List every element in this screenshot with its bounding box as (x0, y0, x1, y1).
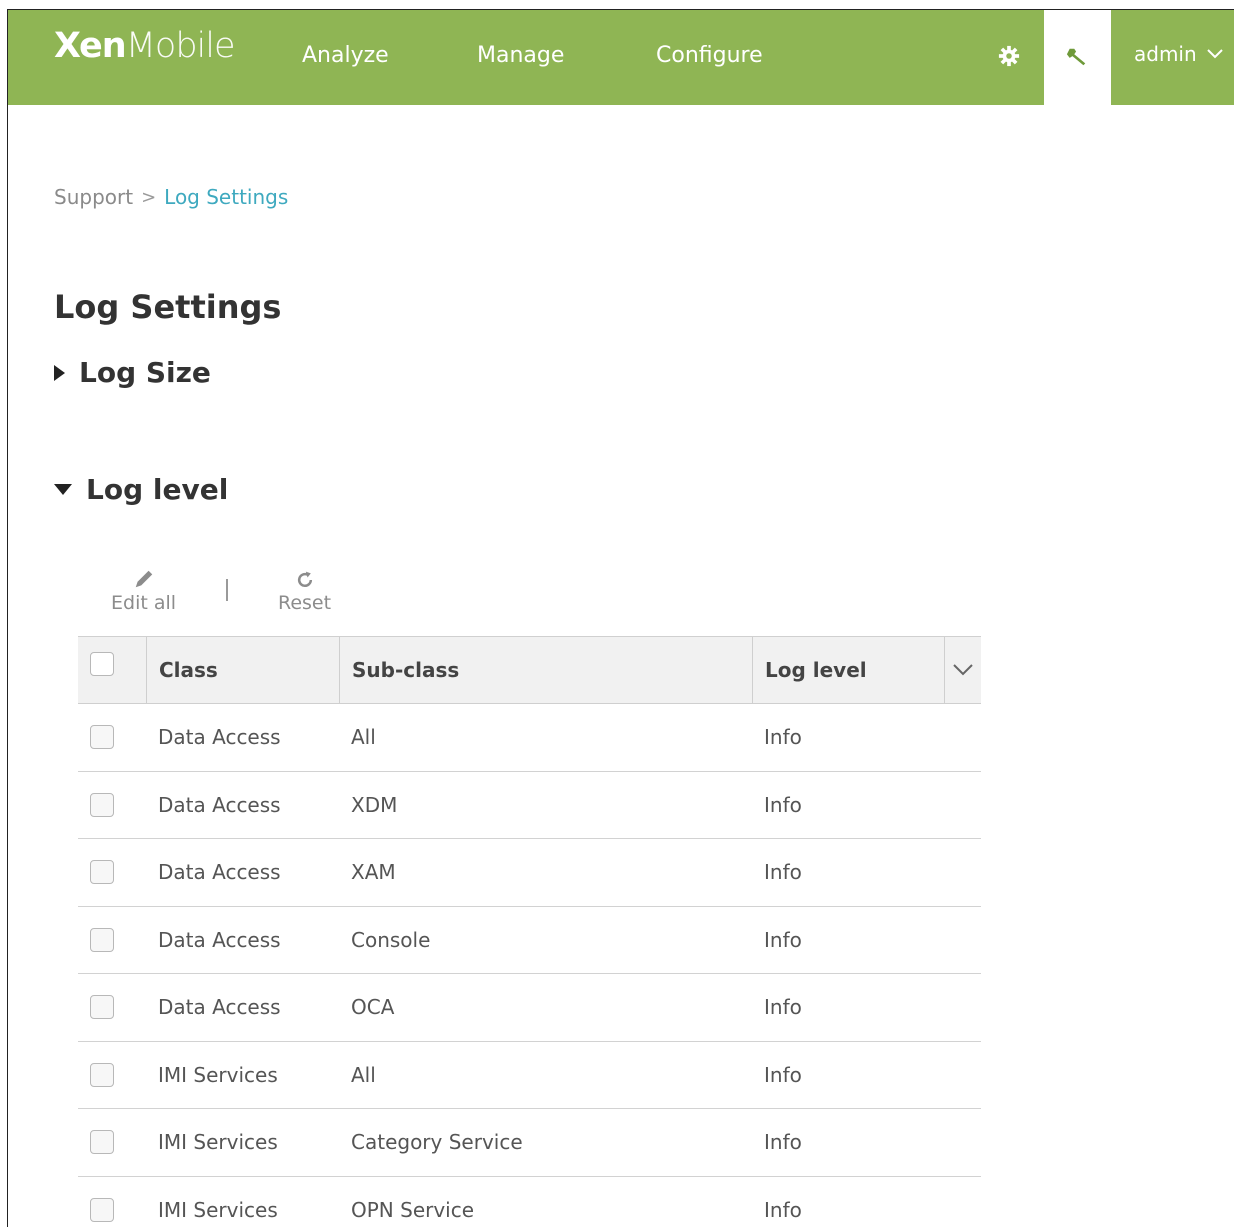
log-size-toggle[interactable]: Log Size (54, 356, 211, 389)
caret-down-icon (54, 484, 72, 495)
cell-subclass: Console (351, 927, 431, 952)
column-header-log-level[interactable]: Log level (752, 637, 944, 703)
wrench-icon (1066, 48, 1086, 66)
nav-analyze[interactable]: Analyze (302, 43, 389, 68)
cell-log-level: Info (764, 792, 802, 817)
cell-class: Data Access (158, 725, 281, 749)
table-row[interactable]: IMI Services OPN Service Info (78, 1177, 981, 1227)
cell-log-level: Info (764, 1062, 802, 1087)
cell-class: IMI Services (158, 1062, 278, 1087)
cell-subclass: OCA (351, 995, 395, 1019)
row-checkbox-cell (90, 1177, 114, 1227)
cell-subclass: XDM (351, 792, 398, 817)
table-row[interactable]: Data Access XDM Info (78, 772, 981, 839)
table-row[interactable]: Data Access XAM Info (78, 839, 981, 907)
cell-log-level: Info (764, 1197, 802, 1222)
gear-icon[interactable] (998, 45, 1020, 67)
cell-subclass: All (351, 725, 376, 749)
nav-manage[interactable]: Manage (477, 43, 564, 68)
row-checkbox[interactable] (90, 1130, 114, 1154)
brand-bold: Xen (54, 26, 127, 66)
breadcrumb-support[interactable]: Support (54, 185, 133, 209)
select-all-cell (78, 637, 146, 703)
log-level-label: Log level (86, 473, 229, 506)
breadcrumb-log-settings[interactable]: Log Settings (164, 185, 288, 209)
row-checkbox-cell (90, 974, 114, 1040)
row-checkbox[interactable] (90, 792, 114, 817)
table-row[interactable]: IMI Services All Info (78, 1042, 981, 1109)
cell-subclass: Category Service (351, 1130, 523, 1154)
cell-log-level: Info (764, 995, 802, 1019)
log-level-toggle[interactable]: Log level (54, 473, 228, 506)
cell-log-level: Info (764, 927, 802, 952)
row-checkbox-cell (90, 839, 114, 905)
edit-all-label: Edit all (111, 592, 177, 614)
select-all-checkbox[interactable] (90, 652, 114, 676)
cell-subclass: XAM (351, 860, 396, 884)
row-checkbox-cell (90, 1109, 114, 1175)
chevron-down-icon (1206, 49, 1223, 59)
table-row[interactable]: Data Access All Info (78, 704, 981, 772)
row-checkbox[interactable] (90, 860, 114, 884)
edit-all-button[interactable]: Edit all (111, 566, 176, 614)
cell-subclass: All (351, 1062, 376, 1087)
top-navigation-bar: XenMobile Analyze Manage Configure admin (8, 10, 1234, 105)
row-checkbox-cell (90, 1042, 114, 1108)
cell-class: Data Access (158, 995, 281, 1019)
support-tab[interactable] (1044, 10, 1111, 105)
cell-class: IMI Services (158, 1197, 278, 1222)
row-checkbox-cell (90, 907, 114, 973)
xenmobile-logo[interactable]: XenMobile (54, 26, 236, 66)
cell-class: IMI Services (158, 1130, 278, 1154)
user-name: admin (1134, 42, 1197, 66)
brand-thin: Mobile (125, 26, 236, 66)
toolbar-divider (226, 579, 228, 601)
breadcrumb: Support > Log Settings (54, 185, 288, 209)
cell-log-level: Info (764, 1130, 802, 1154)
cell-class: Data Access (158, 792, 281, 817)
chevron-down-icon (953, 664, 973, 676)
row-checkbox[interactable] (90, 725, 114, 749)
reset-button[interactable]: Reset (278, 566, 331, 614)
cell-log-level: Info (764, 860, 802, 884)
cell-subclass: OPN Service (351, 1197, 475, 1222)
refresh-icon (295, 566, 315, 590)
column-header-class[interactable]: Class (146, 637, 339, 703)
row-checkbox-cell (90, 704, 114, 770)
row-checkbox-cell (90, 772, 114, 838)
table-header: Class Sub-class Log level (78, 636, 981, 704)
log-size-label: Log Size (79, 356, 211, 389)
row-checkbox[interactable] (90, 927, 114, 952)
table-row[interactable]: IMI Services Category Service Info (78, 1109, 981, 1177)
row-checkbox[interactable] (90, 995, 114, 1019)
row-checkbox[interactable] (90, 1062, 114, 1087)
row-checkbox[interactable] (90, 1197, 114, 1222)
table-row[interactable]: Data Access Console Info (78, 907, 981, 974)
table-row[interactable]: Data Access OCA Info (78, 974, 981, 1042)
pencil-icon (133, 566, 155, 590)
user-menu[interactable]: admin (1134, 42, 1223, 66)
table-body: Data Access All Info Data Access XDM Info Data… (78, 704, 981, 1227)
breadcrumb-separator: > (141, 186, 157, 208)
cell-class: Data Access (158, 927, 281, 952)
column-menu-button[interactable] (944, 637, 981, 703)
cell-class: Data Access (158, 860, 281, 884)
column-header-subclass[interactable]: Sub-class (339, 637, 752, 703)
caret-right-icon (54, 364, 65, 381)
nav-configure[interactable]: Configure (656, 43, 763, 68)
log-level-table: Class Sub-class Log level Data Access All… (78, 636, 981, 1227)
page-title: Log Settings (54, 288, 282, 326)
cell-log-level: Info (764, 725, 802, 749)
reset-label: Reset (278, 592, 332, 614)
app-frame: XenMobile Analyze Manage Configure admin… (7, 9, 1234, 1227)
